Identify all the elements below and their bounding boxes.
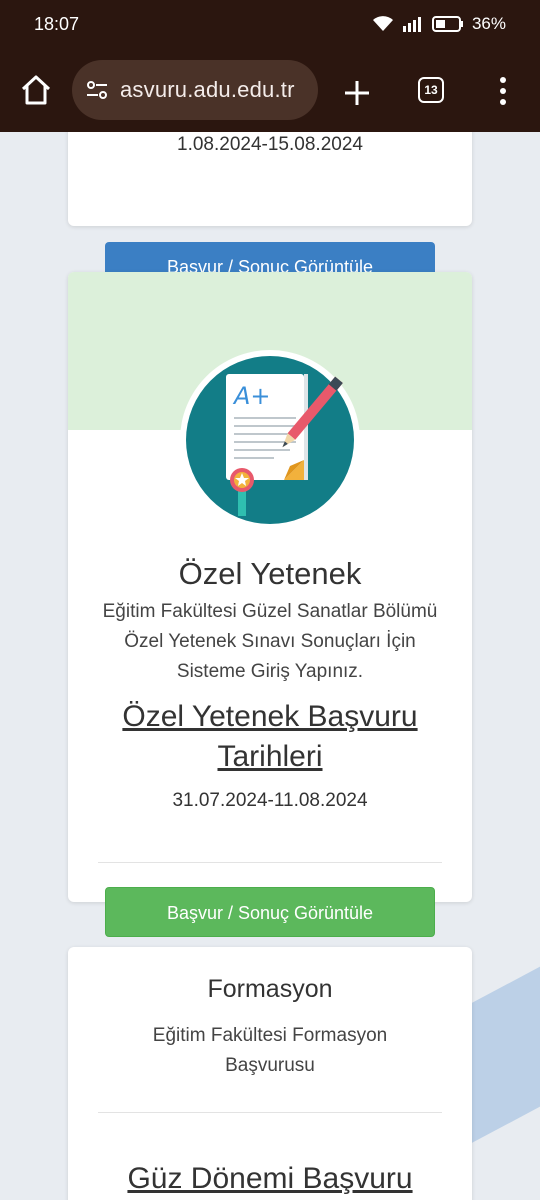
card-icon-frame: A+	[180, 350, 360, 530]
card-title: Formasyon	[207, 975, 333, 1003]
card-description: Eğitim Fakültesi Formasyon Başvurusu	[152, 1025, 388, 1076]
fall-term-application-link[interactable]: Güz Dönemi Başvuru	[88, 1159, 452, 1199]
new-tab-icon[interactable]	[340, 76, 374, 110]
battery-level: 36%	[471, 14, 506, 33]
apply-view-results-button[interactable]: Başvur / Sonuç Görüntüle	[105, 887, 435, 937]
browser-toolbar: asvuru.adu.edu.tr 13	[0, 48, 540, 132]
more-options-icon[interactable]	[494, 74, 512, 108]
ozel-yetenek-card: A+ Özel Yetenek Eğitim Fakültesi Güzel S…	[68, 272, 472, 902]
application-dates-link[interactable]: Özel Yetenek Başvuru Tarihleri	[88, 697, 452, 777]
card-title: Özel Yetenek	[178, 556, 362, 591]
card-divider	[98, 862, 442, 863]
tab-switcher-button[interactable]: 13	[418, 77, 444, 103]
url-text: asvuru.adu.edu.tr	[120, 77, 295, 102]
card-divider	[98, 1112, 442, 1113]
home-icon[interactable]	[18, 72, 54, 108]
status-bar: 18:07 36%	[0, 0, 540, 48]
application-dates: 31.07.2024-11.08.2024	[172, 790, 368, 811]
signal-icon	[402, 17, 421, 32]
address-bar[interactable]: asvuru.adu.edu.tr	[72, 60, 318, 120]
exam-paper-icon: A+	[186, 356, 354, 524]
status-time: 18:07	[34, 13, 80, 34]
battery-icon	[431, 16, 463, 32]
site-settings-icon[interactable]	[84, 77, 110, 103]
previous-card: 1.08.2024-15.08.2024	[68, 132, 472, 226]
wifi-icon	[372, 16, 393, 31]
background-decoration	[470, 940, 540, 1144]
svg-text:A+: A+	[232, 382, 271, 410]
previous-card-dates: 1.08.2024-15.08.2024	[177, 134, 363, 155]
status-icons: 36%	[372, 14, 506, 34]
formasyon-card: Formasyon Eğitim Fakültesi Formasyon Baş…	[68, 947, 472, 1200]
page-viewport: 1.08.2024-15.08.2024 Başvur / Sonuç Görü…	[0, 132, 540, 1200]
card-description: Eğitim Fakültesi Güzel Sanatlar Bölümü Ö…	[102, 601, 438, 682]
